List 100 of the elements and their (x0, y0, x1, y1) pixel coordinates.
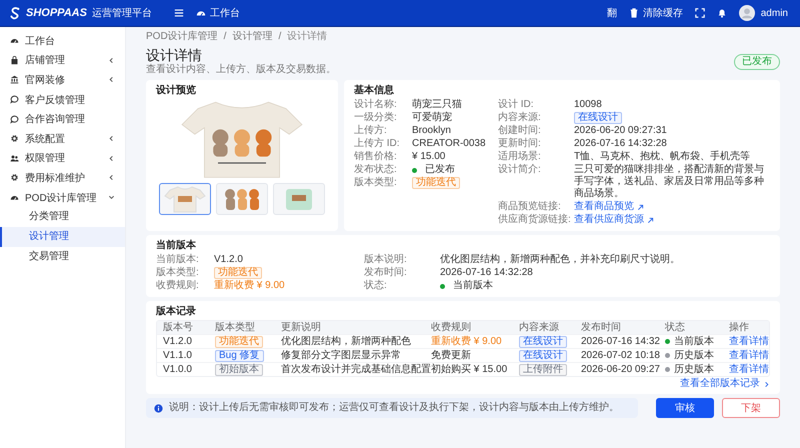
fullscreen-icon[interactable] (694, 8, 705, 18)
takedown-button[interactable]: 下架 (722, 398, 780, 418)
field-label: 版本类型: (156, 267, 200, 279)
field-tag: 功能迭代 (214, 267, 262, 279)
table-cell-text: 初始购买 ¥ 15.00 (431, 364, 508, 376)
logo-icon (10, 6, 21, 20)
user-menu[interactable]: admin (738, 5, 788, 21)
breadcrumb-link[interactable]: 设计管理 (232, 31, 272, 43)
field-label: 状态: (364, 280, 388, 292)
table-cell-text: V1.2.0 (163, 336, 193, 348)
sidebar-item[interactable]: 客户反馈管理 (0, 90, 125, 110)
type-tag: 初始版本 (215, 364, 263, 376)
sidebar-item[interactable]: 系统配置 (0, 128, 125, 149)
chat-icon (10, 114, 19, 124)
field-label: 上传方 ID: (354, 138, 401, 150)
workbench-tab[interactable]: 工作台 (196, 6, 240, 20)
field-value: T恤、马克杯、抱枕、帆布袋、手机壳等 (574, 151, 750, 163)
note-text: 说明：设计上传后无需审核即可发布；运营仅可查看设计及执行下架，设计内容与版本由上传方维护。 (169, 402, 619, 414)
sidebar-item[interactable]: 店铺管理 (0, 50, 125, 70)
breadcrumb-separator: / (224, 31, 226, 43)
field-value: 2026-07-16 14:32:28 (440, 267, 533, 279)
sidebar-item[interactable]: POD设计库管理 (0, 188, 125, 208)
external-link[interactable]: 查看商品预览 (574, 201, 644, 213)
column-header: 版本类型 (215, 322, 256, 334)
sidebar-item[interactable]: 工作台 (0, 31, 125, 51)
card-title: 版本记录 (156, 305, 197, 318)
chat-icon (10, 95, 19, 104)
field-label: 设计简介: (498, 164, 542, 176)
sidebar-item[interactable]: 费用标准维护 (0, 168, 125, 188)
all-records-link[interactable]: 查看全部版本记录 (680, 378, 770, 390)
field-value: V1.2.0 (214, 254, 243, 266)
field-value: 优化图层结构，新增两种配色，并补充印刷尺寸说明。 (440, 254, 680, 266)
sidebar-item[interactable]: 权限管理 (0, 148, 125, 168)
external-link-icon (647, 216, 654, 224)
clear-cache-button[interactable]: 清除缓存 (628, 6, 683, 20)
field-value: CREATOR-0038 (412, 138, 486, 150)
cats-thumbnail[interactable] (216, 183, 268, 215)
platform-title: 运营管理平台 (92, 6, 152, 20)
status-badge: 已发布 (734, 54, 780, 70)
table-cell-text: V1.0.0 (163, 364, 193, 376)
field-value: 10098 (574, 99, 602, 111)
page-title: 设计详情 (146, 47, 203, 64)
menu-icon[interactable] (174, 8, 184, 18)
table-cell-text: 2026-07-02 10:18 (581, 350, 661, 362)
card-title: 基本信息 (354, 84, 395, 97)
tshirt-thumbnail[interactable] (159, 183, 211, 215)
table-cell-text: V1.1.0 (163, 350, 193, 362)
sidebar-subitem[interactable]: 交易管理 (0, 247, 125, 268)
sidebar-subitem[interactable]: 设计管理 (0, 227, 125, 248)
detail-link[interactable]: 查看详情 (729, 350, 769, 362)
breadcrumb-separator: / (278, 31, 282, 43)
sidebar-item[interactable]: 官网装修 (0, 70, 125, 90)
column-header: 发布时间 (581, 322, 622, 334)
field-label: 创建时间: (498, 125, 542, 137)
trash-icon (628, 8, 639, 18)
avatar-icon (738, 5, 755, 21)
detail-link[interactable]: 查看详情 (729, 336, 769, 348)
gear-icon (10, 173, 19, 182)
language-button[interactable]: 翻 (606, 6, 617, 20)
sidebar-subitem[interactable]: 分类管理 (0, 207, 125, 228)
table-cell-text: 修复部分文字图层显示异常 (281, 350, 402, 362)
sidebar-item[interactable]: 合作咨询管理 (0, 109, 125, 129)
external-link[interactable]: 查看供应商货源 (574, 214, 654, 226)
field-value: 萌宠三只猫 (412, 99, 462, 111)
type-tag: 功能迭代 (215, 336, 263, 348)
field-label: 一级分类: (354, 112, 398, 124)
status-text: 历史版本 (674, 364, 714, 376)
field-label: 发布时间: (364, 267, 408, 279)
table-cell-text: 免费更新 (431, 350, 472, 362)
table-cell-text: 2026-06-20 09:27 (581, 364, 661, 376)
field-value: 可爱萌宠 (412, 112, 452, 124)
field-tag: 在线设计 (574, 112, 622, 124)
pillow-thumbnail[interactable] (273, 183, 325, 215)
field-value: ¥ 15.00 (412, 151, 446, 163)
detail-link[interactable]: 查看详情 (729, 364, 769, 376)
page-subtitle: 查看设计内容、上传方、版本及交易数据。 (146, 64, 336, 76)
gear-icon (10, 134, 19, 144)
field-label: 供应商货源链接: (498, 214, 572, 226)
review-button[interactable]: 审核 (656, 398, 714, 418)
field-label: 设计 ID: (498, 99, 535, 111)
field-value: Brooklyn (412, 125, 451, 137)
breadcrumb-link[interactable]: POD设计库管理 (146, 31, 218, 43)
type-tag: Bug 修复 (215, 350, 264, 362)
field-value: 当前版本 (453, 280, 493, 292)
column-header: 收费规则 (431, 322, 472, 334)
table-cell: 首次发布设计并完成基础信息配置 (281, 364, 431, 376)
field-label: 商品预览链接: (498, 201, 562, 213)
field-label: 版本类型: (354, 177, 398, 189)
field-label: 销售价格: (354, 151, 398, 163)
bell-icon[interactable] (716, 8, 727, 18)
field-tag: 功能迭代 (412, 177, 460, 189)
users-icon (10, 154, 19, 163)
table-cell-text: 2026-07-16 14:32 (581, 336, 661, 348)
info-icon (154, 404, 163, 412)
column-header: 版本号 (163, 322, 194, 334)
field-label: 适用场景: (498, 151, 542, 163)
column-header: 更新说明 (281, 322, 322, 334)
field-label: 更新时间: (498, 138, 542, 150)
table-cell-text: 优化图层结构，新增两种配色 (281, 336, 412, 348)
source-tag: 在线设计 (519, 336, 567, 348)
